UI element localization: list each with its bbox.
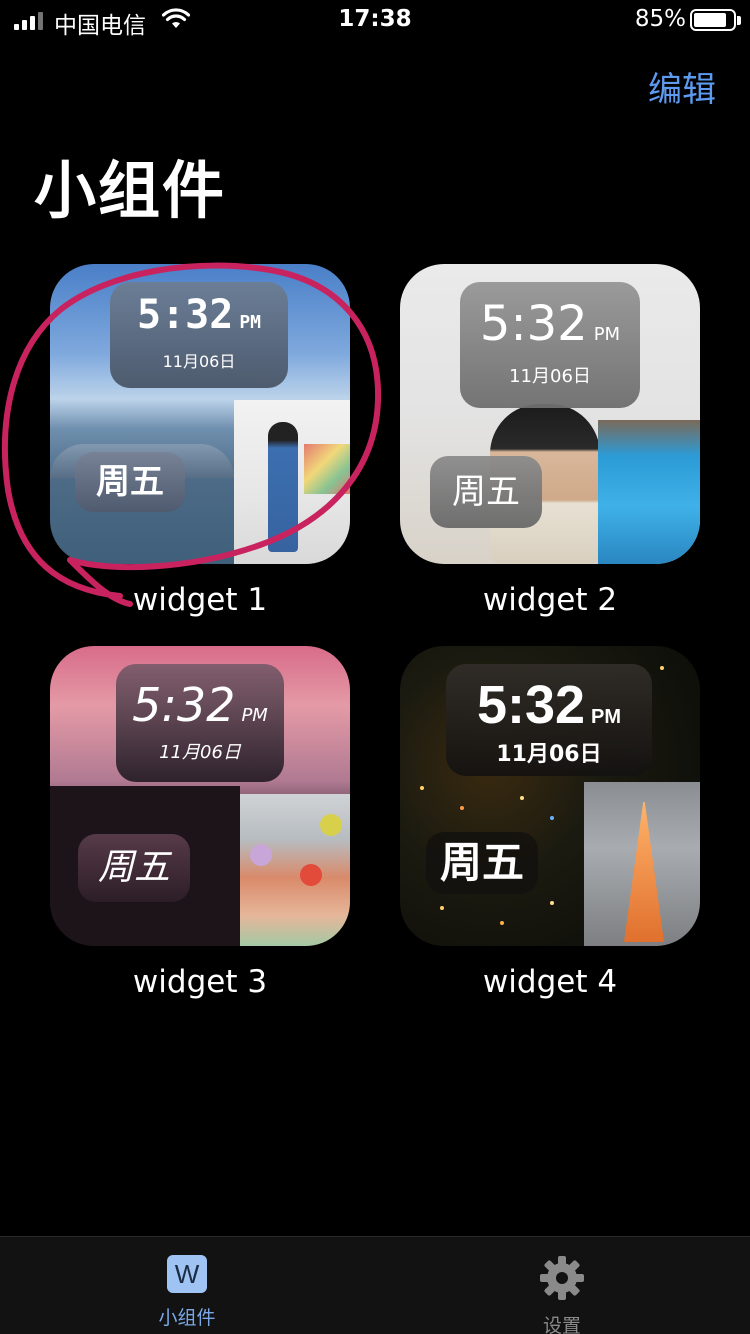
widget-clock: 5:32 PM [479, 296, 621, 352]
widget-date: 11月06日 [162, 352, 236, 371]
widget-photo [240, 794, 350, 946]
widget-weekday: 周五 [426, 832, 538, 894]
tab-widgets-label: 小组件 [158, 1307, 216, 1329]
battery-percentage: 85% [634, 6, 686, 32]
tab-settings[interactable]: 设置 [502, 1255, 622, 1334]
city-light [460, 806, 464, 810]
widget-photo [234, 400, 350, 564]
widget-time-box: 5:32 PM 11月06日 [110, 282, 288, 388]
widget-label-4[interactable]: widget 4 [400, 964, 700, 1000]
tower-detail [624, 802, 664, 942]
city-light [550, 901, 554, 905]
city-light [420, 786, 424, 790]
widget-clock: 5:32 PM [476, 675, 622, 735]
lantern-detail [320, 814, 342, 836]
widget-date: 11月06日 [159, 742, 241, 763]
tab-bar: W 小组件 设置 [0, 1236, 750, 1334]
tab-settings-label: 设置 [542, 1315, 581, 1334]
widget-label-1[interactable]: widget 1 [50, 582, 350, 618]
widget-clock: 5:32 PM [136, 292, 261, 338]
widget-card-1[interactable]: 5:32 PM 11月06日 周五 [50, 264, 350, 564]
widget-card-2[interactable]: 5:32 PM 11月06日 周五 [400, 264, 700, 564]
city-light [550, 816, 554, 820]
city-light [500, 921, 504, 925]
widget-time-box: 5:32 PM 11月06日 [116, 664, 284, 782]
widget-weekday: 周五 [78, 834, 190, 902]
tab-widgets[interactable]: W 小组件 [127, 1255, 247, 1330]
battery-nub [737, 16, 741, 25]
battery-fill [694, 13, 726, 27]
widget-date: 11月06日 [509, 366, 591, 387]
widget-clock: 5:32 PM [132, 678, 268, 732]
widget-date: 11月06日 [496, 742, 602, 767]
city-light [440, 906, 444, 910]
widget-photo [598, 420, 700, 564]
widget-card-4[interactable]: 5:32 PM 11月06日 周五 [400, 646, 700, 946]
widget-photo [584, 782, 700, 946]
widget-card-3[interactable]: 5:32 PM 11月06日 周五 [50, 646, 350, 946]
widget-weekday: 周五 [75, 452, 185, 512]
page-title: 小组件 [34, 154, 227, 227]
widget-w-icon: W [167, 1255, 207, 1293]
gear-icon [540, 1256, 584, 1300]
lantern-detail [300, 864, 322, 886]
status-bar: 中国电信 17:38 85% [0, 0, 750, 40]
city-light [660, 666, 664, 670]
widget-time-box: 5:32 PM 11月06日 [460, 282, 640, 408]
widget-label-3[interactable]: widget 3 [50, 964, 350, 1000]
person-figure [268, 422, 298, 552]
lantern-detail [250, 844, 272, 866]
city-light [520, 796, 524, 800]
widget-time-box: 5:32 PM 11月06日 [446, 664, 652, 776]
battery-icon [690, 9, 736, 31]
widget-weekday: 周五 [430, 456, 542, 528]
mural-detail [304, 444, 350, 494]
edit-button[interactable]: 编辑 [648, 62, 716, 111]
widget-label-2[interactable]: widget 2 [400, 582, 700, 618]
